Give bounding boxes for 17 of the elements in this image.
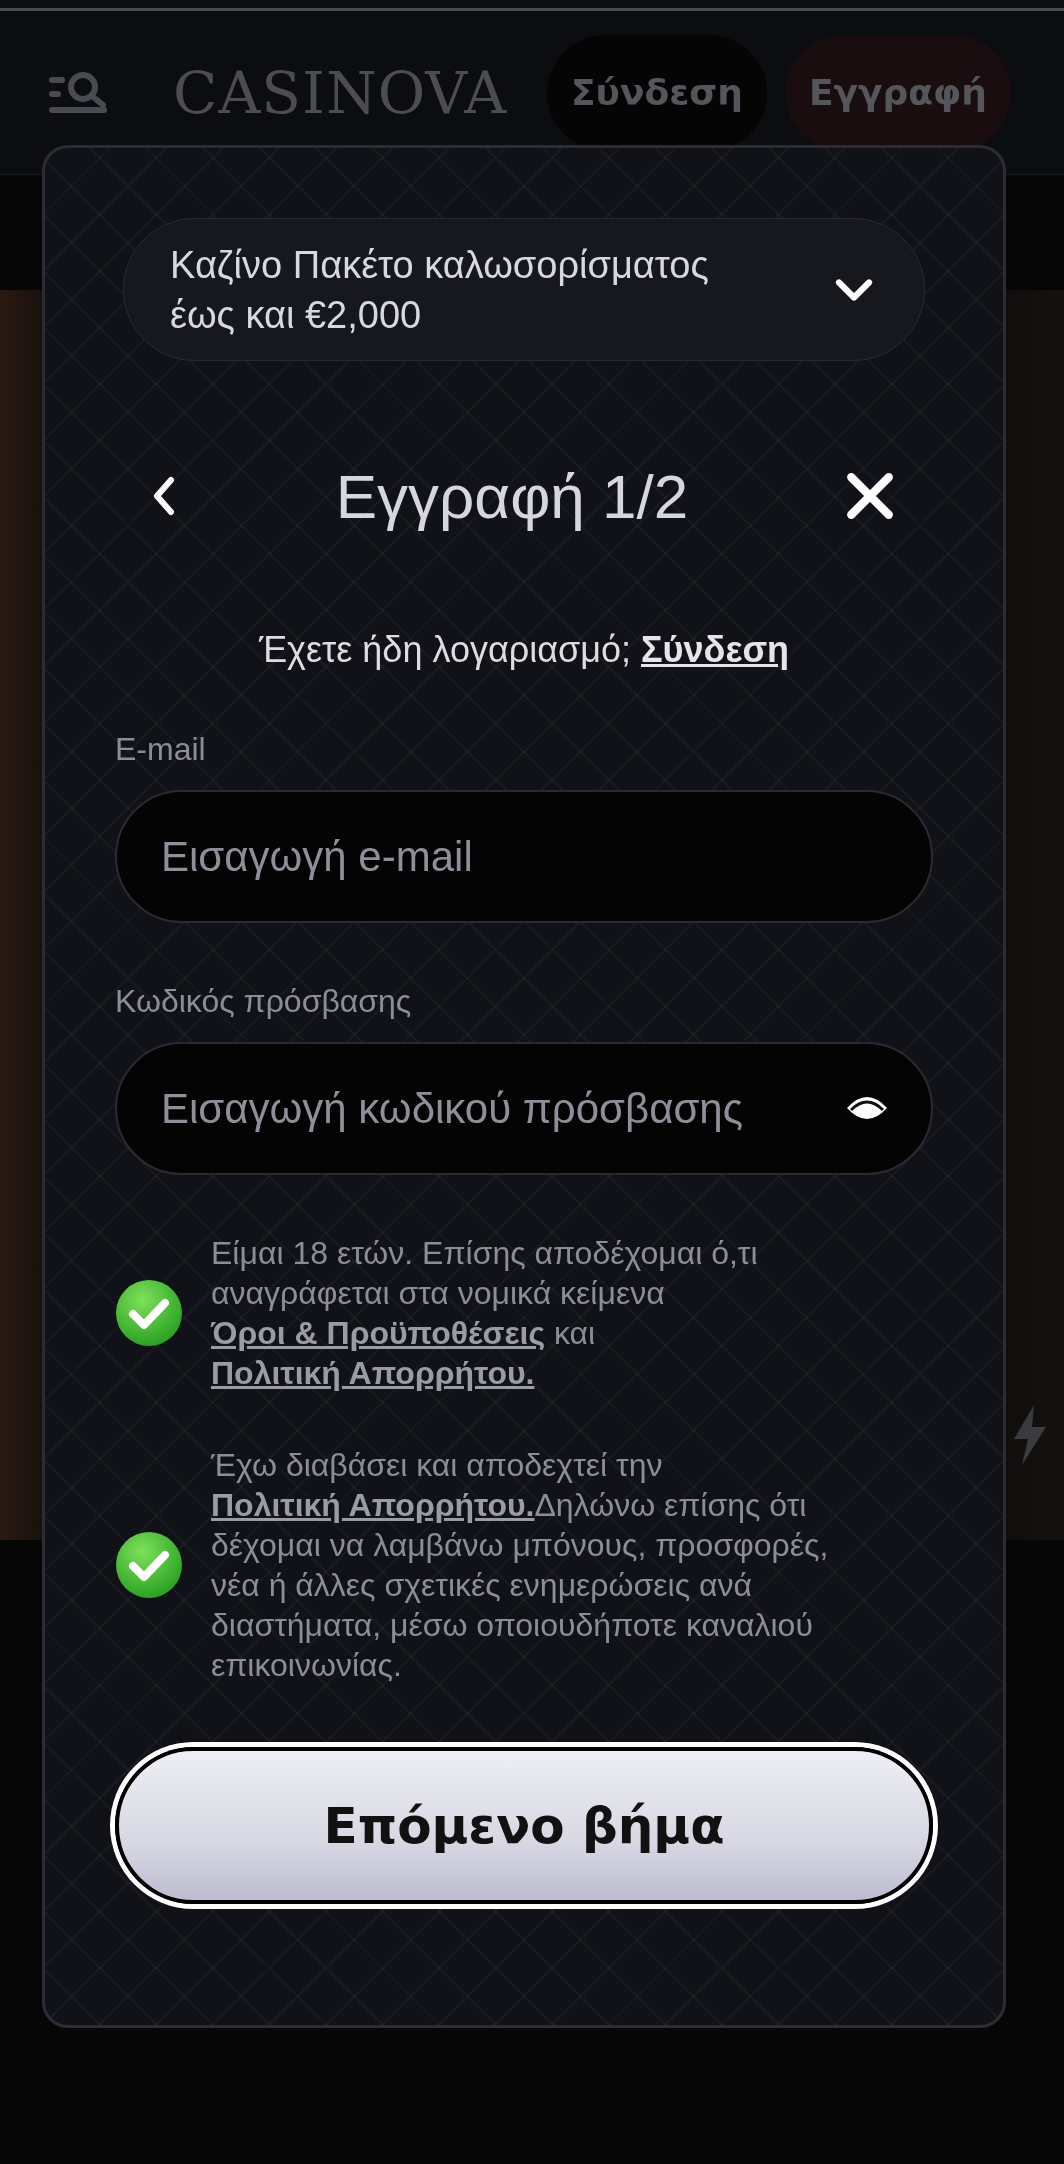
terms-link[interactable]: Όροι & Προϋποθέσεις <box>211 1315 546 1351</box>
login-link[interactable]: Σύνδεση <box>641 629 790 670</box>
checkbox[interactable] <box>115 1279 183 1347</box>
dialog-title: Εγγραφή 1/2 <box>335 460 689 532</box>
field-label: Κωδικός πρόσβασης <box>115 983 413 1020</box>
email-field[interactable]: Εισαγωγή e-mail <box>115 790 933 923</box>
casino-logo: CASINOVA <box>173 58 508 127</box>
checkbox[interactable] <box>115 1531 183 1599</box>
close-icon[interactable] <box>845 471 895 521</box>
bonus-dropdown[interactable]: Καζίνο Πακέτο καλωσορίσματος έως και €2,000 <box>123 218 925 361</box>
password-field[interactable]: Εισαγωγή κωδικού πρόσβασης <box>115 1042 933 1175</box>
consent-text: Έχω διαβάσει και αποδεχτεί την Πολιτική Απορρήτου.Δηλώνω επίσης ότι δέχομαι να λαμβάνω μπόνους, προσφορές, νέα ή άλλες σχετικές ενημερώσεις ανά διαστήματα, μέσω οποιουδήποτε καναλιού επικοινωνίας. <box>211 1446 830 1685</box>
consent-text: Είμαι 18 ετών. Επίσης αποδέχομαι ό,τι αναγράφεται στα νομικά κείμενα Όροι & Προϋποθέσεις και Πολιτική Απορρήτου. <box>211 1234 759 1393</box>
field-label: E-mail <box>115 731 207 768</box>
terms-link[interactable]: Πολιτική Απορρήτου. <box>211 1487 535 1523</box>
login-prompt-text: Έχετε ήδη λογαριασμό; <box>258 629 631 670</box>
terms-link[interactable]: Πολιτική Απορρήτου. <box>211 1355 535 1391</box>
